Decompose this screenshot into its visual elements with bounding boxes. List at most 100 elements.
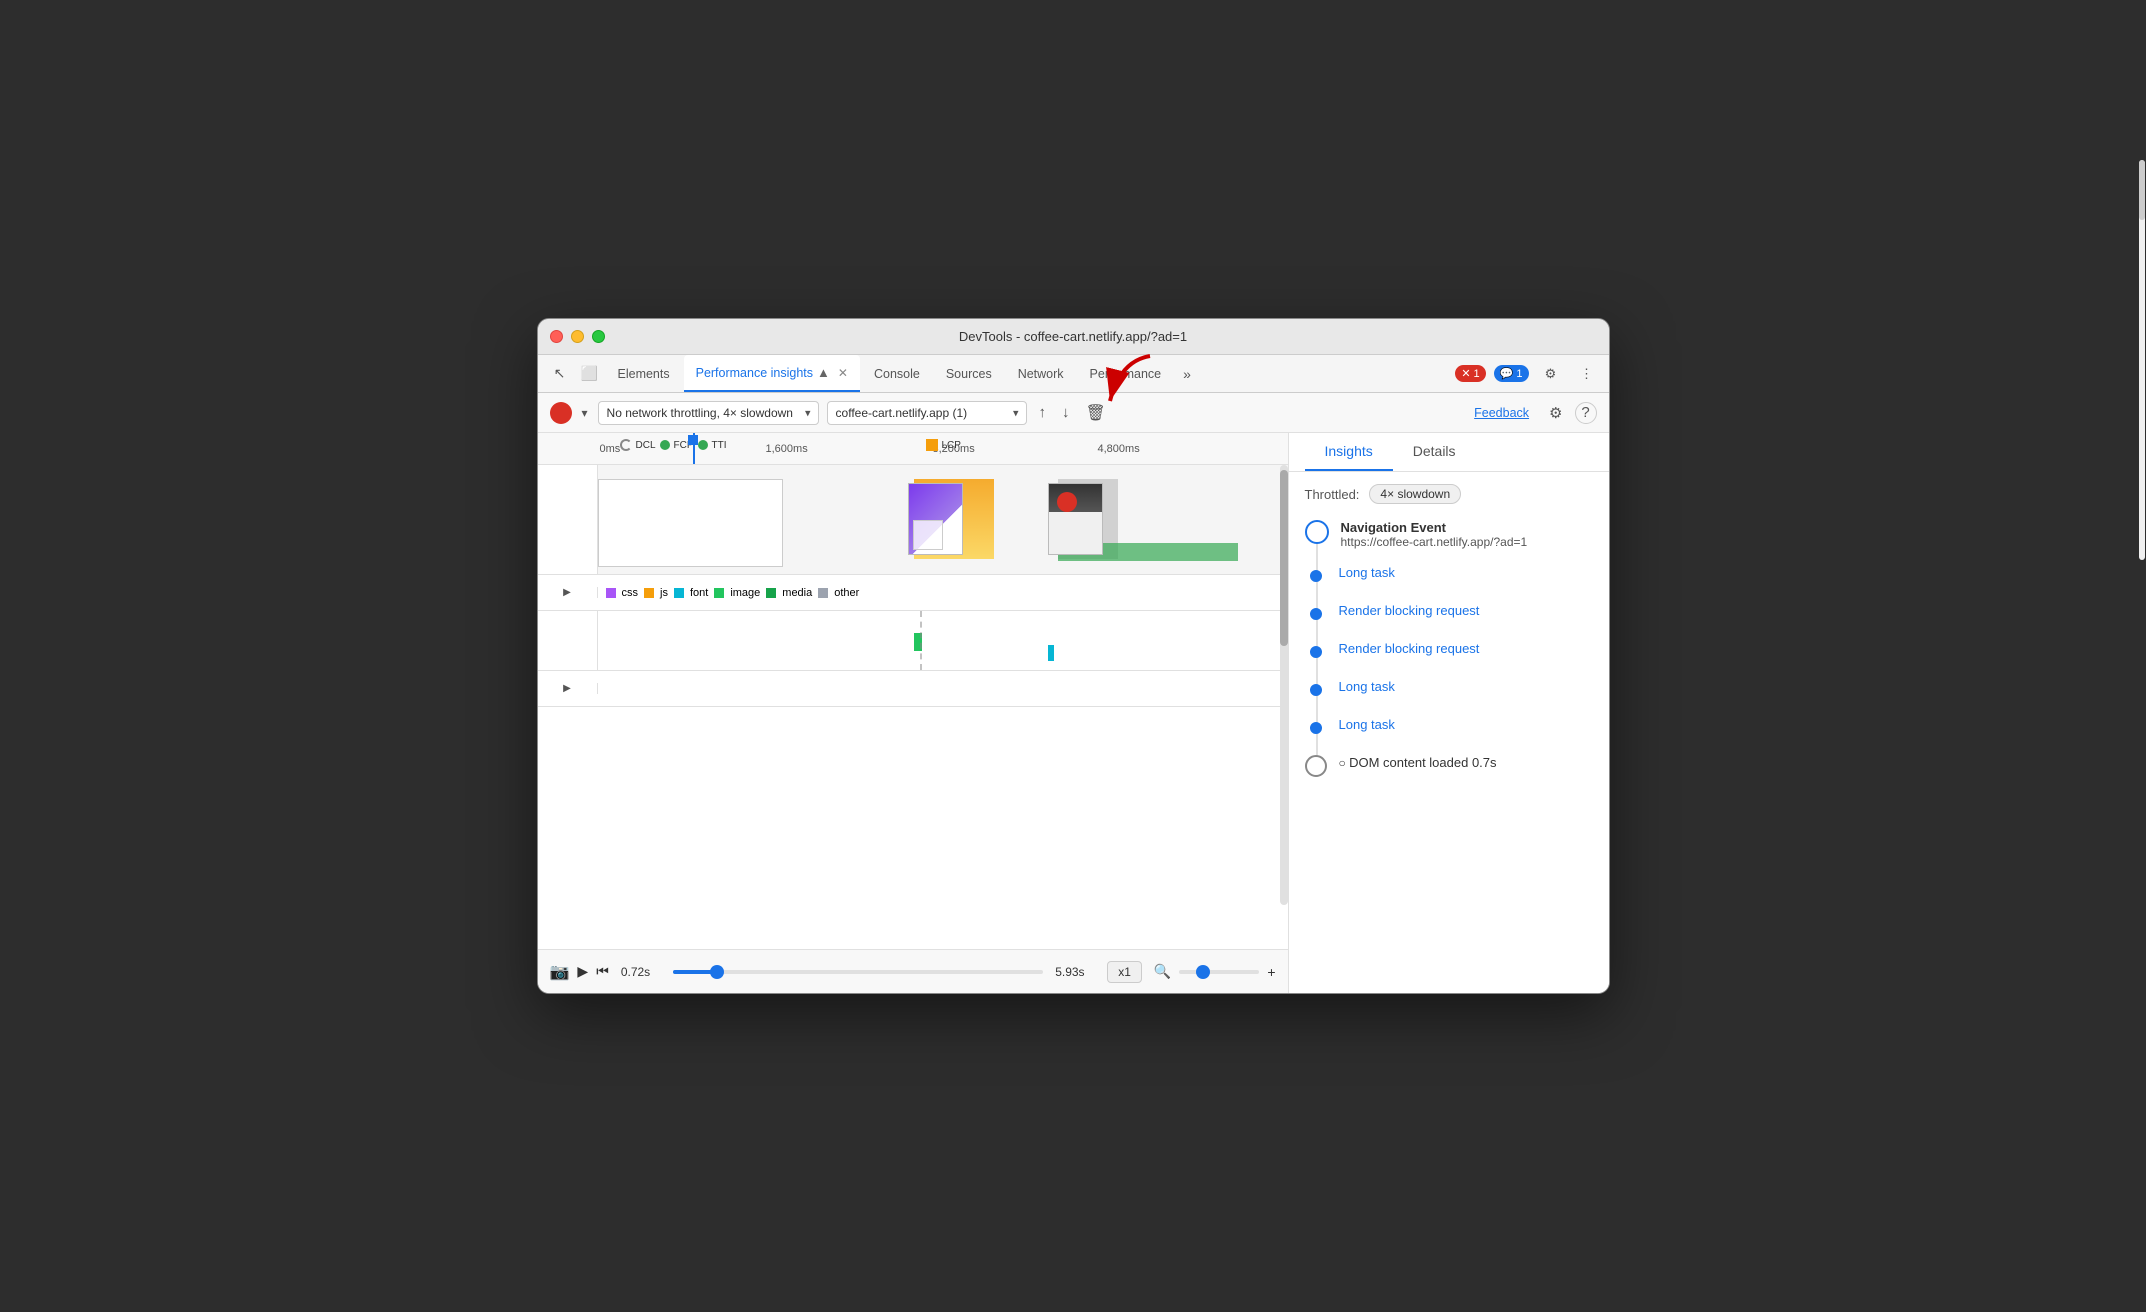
screenshot-toggle-icon[interactable]: 📷 [550, 962, 570, 982]
row-content-1: css js font image media other [598, 575, 1288, 610]
tab-network[interactable]: Network [1006, 355, 1076, 392]
speed-select[interactable]: x1 [1107, 961, 1142, 983]
entry-text-render-block-1: Render blocking request [1339, 603, 1480, 618]
network-bars-row [538, 611, 1288, 671]
throttle-badge[interactable]: 4× slowdown [1369, 484, 1461, 504]
inspect-icon[interactable]: ⬜ [576, 360, 604, 388]
screenshot-row-content: › [598, 465, 1288, 574]
legend-js-label: js [660, 587, 668, 599]
nav-event-url: https://coffee-cart.netlify.app/?ad=1 [1341, 535, 1528, 549]
close-button[interactable] [550, 330, 563, 343]
legend-other-label: other [834, 587, 859, 599]
tab-icons: ✕ 1 💬 1 ⚙ ⋮ [1455, 360, 1600, 388]
link-render-block-1[interactable]: Render blocking request [1339, 603, 1480, 618]
zoom-thumb[interactable] [1196, 965, 1210, 979]
dot-long-task-2 [1310, 684, 1322, 696]
screensaver-icon[interactable]: ⚙ [1545, 400, 1566, 426]
playhead-dot [688, 435, 698, 445]
right-panel: Insights Details Throttled: 4× slowdown [1289, 433, 1609, 993]
scrubber-track[interactable] [673, 970, 1043, 974]
expand-btn-2[interactable]: ▶ [563, 683, 571, 694]
link-long-task-1[interactable]: Long task [1339, 565, 1395, 580]
tti-dot [698, 440, 708, 450]
more-tabs-icon[interactable]: » [1175, 362, 1199, 386]
blank-screenshot [598, 479, 783, 567]
tab-elements[interactable]: Elements [606, 355, 682, 392]
devtools-window: DevTools - coffee-cart.netlify.app/?ad=1… [537, 318, 1610, 994]
tab-performance-insights[interactable]: Performance insights ▲ ✕ [684, 355, 860, 392]
entry-long-task-1: Long task [1305, 565, 1593, 587]
entry-text-long-task-3: Long task [1339, 717, 1395, 732]
screenshot-thumb-1 [908, 483, 963, 555]
error-badge[interactable]: ✕ 1 [1455, 365, 1485, 382]
zoom-in-icon[interactable]: + [1267, 964, 1275, 980]
record-chevron[interactable]: ▾ [580, 404, 590, 422]
url-select-wrapper: coffee-cart.netlify.app (1) [827, 401, 1027, 425]
window-title: DevTools - coffee-cart.netlify.app/?ad=1 [959, 329, 1187, 344]
export-icon[interactable]: ↑ [1035, 400, 1051, 425]
tab-details[interactable]: Details [1393, 433, 1476, 471]
play-button[interactable]: ▶ [577, 963, 588, 980]
legend-bar: css js font image media other [598, 575, 1288, 610]
entry-long-task-2: Long task [1305, 679, 1593, 701]
skip-start-button[interactable]: ⏮ [596, 963, 609, 980]
entry-dom-loaded: ○ DOM content loaded 0.7s [1305, 755, 1593, 777]
tab-sources[interactable]: Sources [934, 355, 1004, 392]
panel-content: Throttled: 4× slowdown Navigation Event … [1289, 472, 1609, 993]
more-options-icon[interactable]: ⋮ [1573, 360, 1601, 388]
feedback-link[interactable]: Feedback [1474, 406, 1529, 420]
throttle-row: Throttled: 4× slowdown [1305, 484, 1593, 504]
link-long-task-3[interactable]: Long task [1339, 717, 1395, 732]
legend-css-label: css [622, 587, 639, 599]
legend-js-dot [644, 588, 654, 598]
entry-text-long-task-1: Long task [1339, 565, 1395, 580]
entry-render-block-1: Render blocking request [1305, 603, 1593, 625]
expand-left-2: ▶ [538, 683, 598, 694]
settings-icon[interactable]: ⚙ [1537, 360, 1565, 388]
legend-image-dot [714, 588, 724, 598]
entry-render-block-2: Render blocking request [1305, 641, 1593, 663]
entry-text-dom-loaded: ○ DOM content loaded 0.7s [1339, 755, 1497, 770]
scrollbar-thumb[interactable] [1280, 470, 1288, 646]
legend-image-label: image [730, 587, 760, 599]
throttle-select[interactable]: No network throttling, 4× slowdown [598, 401, 819, 425]
maximize-button[interactable] [592, 330, 605, 343]
tab-insights[interactable]: Insights [1305, 433, 1393, 471]
timeline-scrollbar[interactable] [1280, 465, 1288, 905]
help-icon[interactable]: ? [1575, 402, 1597, 424]
toolbar: ▾ No network throttling, 4× slowdown cof… [538, 393, 1609, 433]
traffic-lights [550, 330, 605, 343]
zoom-track[interactable] [1179, 970, 1259, 974]
minimize-button[interactable] [571, 330, 584, 343]
dcl-label: DCL [636, 440, 656, 451]
zoom-out-icon[interactable]: 🔍 [1154, 963, 1171, 980]
message-badge[interactable]: 💬 1 [1494, 365, 1529, 382]
play-controls: 📷 ▶ ⏮ [550, 962, 609, 982]
legend-other-dot [818, 588, 828, 598]
tab-close-icon[interactable]: ✕ [838, 366, 848, 380]
legend-css-dot [606, 588, 616, 598]
link-render-block-2[interactable]: Render blocking request [1339, 641, 1480, 656]
link-long-task-2[interactable]: Long task [1339, 679, 1395, 694]
record-button[interactable] [550, 402, 572, 424]
event-markers: DCL FCP TTI [620, 439, 727, 451]
scrubber-thumb[interactable] [710, 965, 724, 979]
legend-media-dot [766, 588, 776, 598]
expand-left-1: ▶ [538, 587, 598, 598]
entry-long-task-3: Long task [1305, 717, 1593, 739]
nav-event-dot [1305, 520, 1329, 544]
expand-btn-1[interactable]: ▶ [563, 587, 571, 598]
bottom-bar: 📷 ▶ ⏮ 0.72s 5.93s x1 🔍 + [538, 949, 1288, 993]
download-icon[interactable]: ↓ [1058, 400, 1074, 425]
red-arrow-annotation [1090, 351, 1170, 416]
title-bar: DevTools - coffee-cart.netlify.app/?ad=1 [538, 319, 1609, 355]
network-row-2: ▶ [538, 671, 1288, 707]
end-time: 5.93s [1055, 965, 1095, 979]
time-1600ms: 1,600ms [766, 443, 808, 455]
tab-icon-warning: ▲ [817, 365, 830, 380]
tab-console[interactable]: Console [862, 355, 932, 392]
cursor-icon[interactable]: ↖ [546, 360, 574, 388]
timeline-area: 0ms 1,600ms 3,200ms 4,800ms DCL FCP TTI … [538, 433, 1289, 993]
legend-font-dot [674, 588, 684, 598]
url-select[interactable]: coffee-cart.netlify.app (1) [827, 401, 1027, 425]
